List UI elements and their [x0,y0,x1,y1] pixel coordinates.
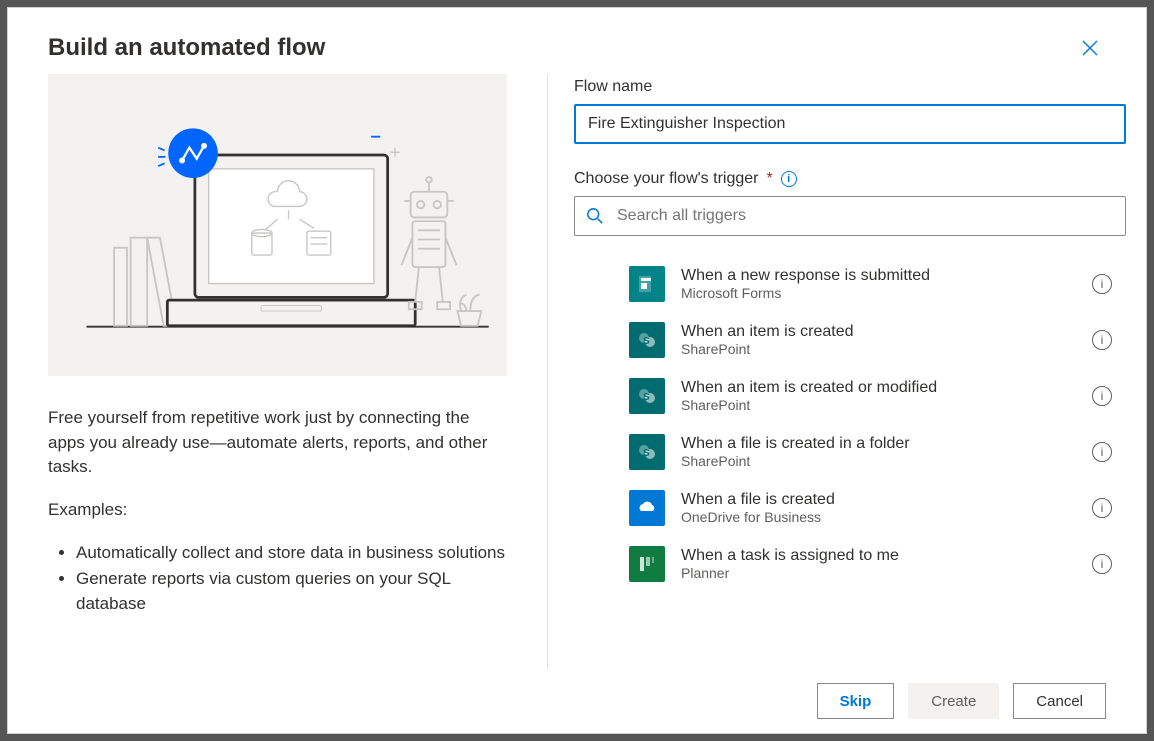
required-indicator: * [766,170,772,188]
illustration [48,74,507,376]
trigger-list: When a new response is submittedMicrosof… [574,256,1126,592]
trigger-source: SharePoint [681,453,1076,469]
trigger-item[interactable]: When a file is createdOneDrive for Busin… [574,480,1126,536]
trigger-source: OneDrive for Business [681,509,1076,525]
info-icon[interactable]: i [1092,442,1112,462]
info-icon[interactable]: i [781,171,797,187]
trigger-text: When a task is assigned to mePlanner [681,547,1076,581]
trigger-title: When a file is created [681,491,1076,509]
svg-text:S: S [643,448,650,459]
trigger-connector-icon: S [629,322,665,358]
trigger-title: When a file is created in a folder [681,435,1076,453]
dialog-title: Build an automated flow [48,34,325,62]
example-item: Automatically collect and store data in … [76,541,507,566]
svg-text:S: S [643,392,650,403]
trigger-label: Choose your flow's trigger * i [574,170,1126,188]
trigger-text: When a file is created in a folderShareP… [681,435,1076,469]
skip-button[interactable]: Skip [817,683,895,719]
examples-list: Automatically collect and store data in … [48,541,507,617]
trigger-text: When a file is createdOneDrive for Busin… [681,491,1076,525]
description: Free yourself from repetitive work just … [48,406,507,616]
close-button[interactable] [1074,32,1106,64]
create-button[interactable]: Create [908,683,999,719]
trigger-text: When a new response is submittedMicrosof… [681,267,1076,301]
close-icon [1082,40,1098,56]
trigger-title: When a new response is submitted [681,267,1076,285]
trigger-connector-icon [629,546,665,582]
svg-text:S: S [643,336,650,347]
illustration-graphic [48,74,507,376]
trigger-source: SharePoint [681,397,1076,413]
trigger-item[interactable]: S When an item is createdSharePoint i [574,312,1126,368]
trigger-source: SharePoint [681,341,1076,357]
trigger-title: When an item is created [681,323,1076,341]
flow-name-label: Flow name [574,78,1126,96]
trigger-source: Microsoft Forms [681,285,1076,301]
info-icon[interactable]: i [1092,386,1112,406]
info-icon[interactable]: i [1092,274,1112,294]
trigger-item[interactable]: When a task is assigned to mePlanner i [574,536,1126,592]
automated-flow-dialog: Build an automated flow [7,7,1147,734]
info-pane: Free yourself from repetitive work just … [8,74,548,669]
dialog-header: Build an automated flow [8,8,1146,74]
trigger-item[interactable]: S When a file is created in a folderShare… [574,424,1126,480]
trigger-item[interactable]: When a new response is submittedMicrosof… [574,256,1126,312]
trigger-search-input[interactable] [574,196,1126,236]
flow-name-input[interactable] [574,104,1126,144]
trigger-title: When a task is assigned to me [681,547,1076,565]
trigger-source: Planner [681,565,1076,581]
trigger-connector-icon: S [629,434,665,470]
description-text: Free yourself from repetitive work just … [48,406,507,480]
examples-label: Examples: [48,498,507,523]
form-pane: Flow name Choose your flow's trigger * i… [548,74,1146,669]
trigger-text: When an item is created or modifiedShare… [681,379,1076,413]
trigger-connector-icon [629,490,665,526]
trigger-item[interactable]: S When an item is created or modifiedShar… [574,368,1126,424]
info-icon[interactable]: i [1092,330,1112,350]
trigger-connector-icon [629,266,665,302]
trigger-connector-icon: S [629,378,665,414]
search-icon [586,207,604,225]
example-item: Generate reports via custom queries on y… [76,567,507,616]
trigger-title: When an item is created or modified [681,379,1076,397]
dialog-footer: Skip Create Cancel [8,669,1146,733]
cancel-button[interactable]: Cancel [1013,683,1106,719]
info-icon[interactable]: i [1092,498,1112,518]
info-icon[interactable]: i [1092,554,1112,574]
trigger-text: When an item is createdSharePoint [681,323,1076,357]
